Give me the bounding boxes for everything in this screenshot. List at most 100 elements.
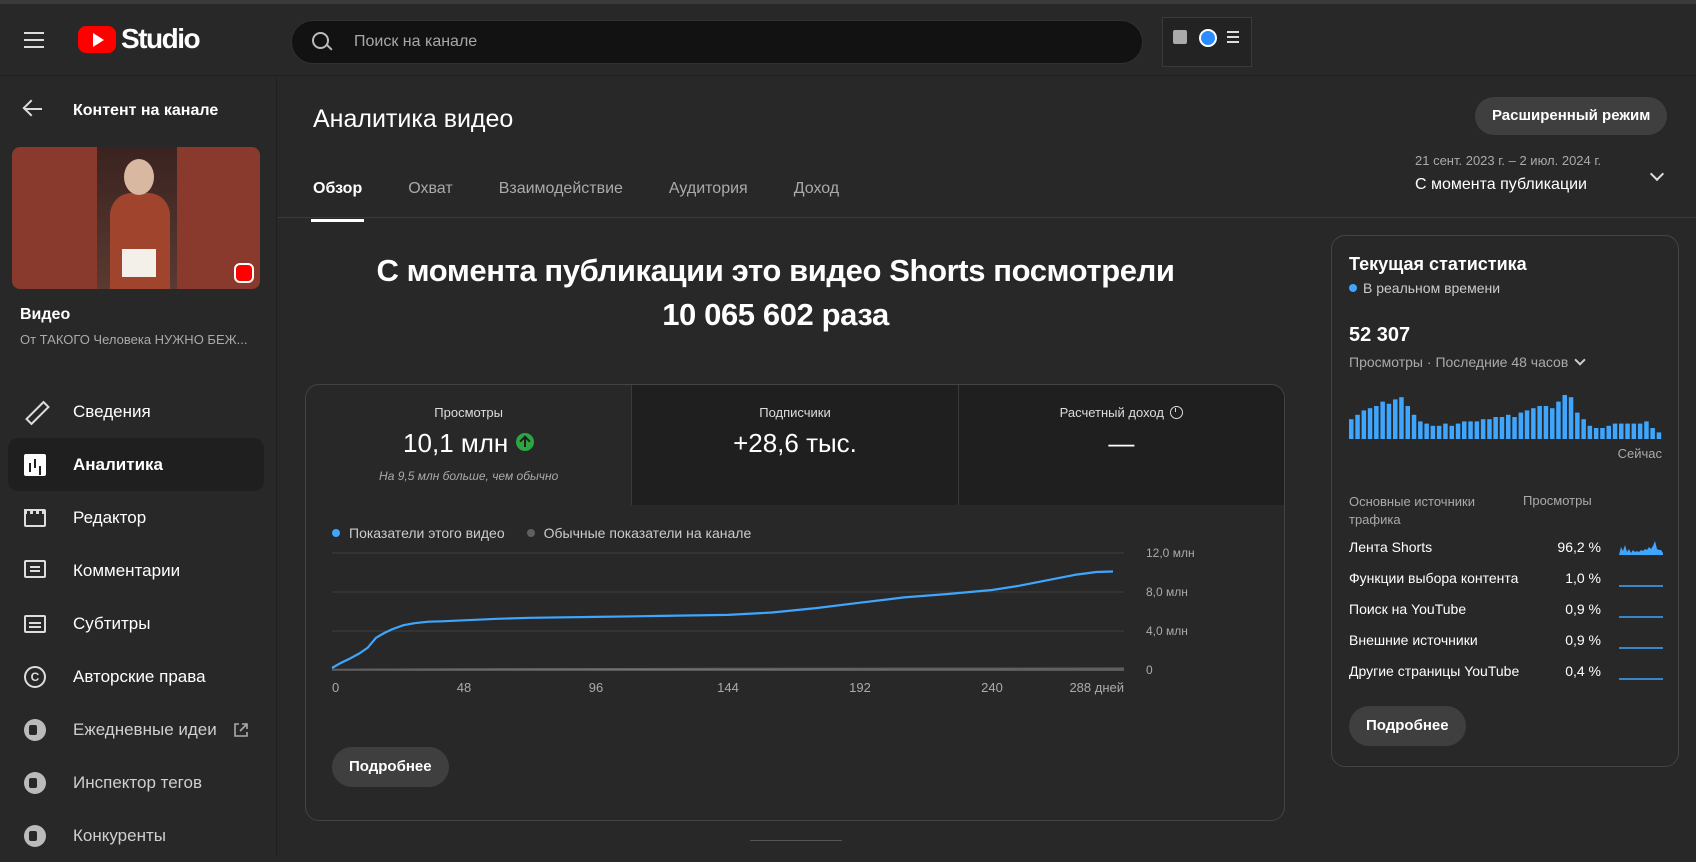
tab-overview[interactable]: Обзор: [310, 172, 365, 222]
traffic-source-row[interactable]: Другие страницы YouTube 0,4 %: [1349, 663, 1663, 694]
hourly-bar[interactable]: [1550, 408, 1555, 439]
x-tick-label: 96: [589, 680, 603, 695]
hourly-bar[interactable]: [1531, 408, 1536, 439]
traffic-source-row[interactable]: Поиск на YouTube 0,9 %: [1349, 601, 1663, 632]
sidebar-item-subtitles[interactable]: Субтитры: [8, 597, 264, 650]
tab-engagement[interactable]: Взаимодействие: [499, 172, 623, 222]
sidebar-item-comments[interactable]: Комментарии: [8, 544, 264, 597]
realtime-period-dropdown[interactable]: Просмотры · Последние 48 часов: [1349, 354, 1586, 370]
hourly-bar[interactable]: [1543, 406, 1549, 439]
hourly-bar[interactable]: [1393, 399, 1398, 439]
hourly-bar[interactable]: [1512, 417, 1517, 439]
sidebar-item-competitors[interactable]: Конкуренты: [8, 809, 264, 862]
tab-audience[interactable]: Аудитория: [669, 172, 748, 222]
sidebar-item-daily-ideas[interactable]: Ежедневные идеи: [8, 703, 264, 756]
realtime-more-button[interactable]: Подробнее: [1349, 706, 1466, 746]
sidebar-item-details[interactable]: Сведения: [8, 385, 264, 438]
hourly-bar[interactable]: [1499, 417, 1505, 439]
youtube-studio-logo[interactable]: Studio: [78, 23, 201, 55]
hourly-bar[interactable]: [1606, 425, 1612, 439]
hourly-bar[interactable]: [1487, 419, 1492, 439]
back-arrow-icon[interactable]: [22, 99, 46, 119]
hourly-bar[interactable]: [1449, 425, 1455, 439]
video-title: От ТАКОГО Человека НУЖНО БЕЖ...: [20, 332, 248, 347]
hourly-bar[interactable]: [1367, 408, 1373, 439]
sidebar-back-title[interactable]: Контент на канале: [73, 102, 218, 120]
metric-views[interactable]: Просмотры 10,1 млн На 9,5 млн больше, че…: [306, 385, 632, 505]
search-input[interactable]: [354, 29, 1114, 55]
hourly-bar[interactable]: [1493, 417, 1498, 439]
realtime-card: Текущая статистика В реальном времени 52…: [1331, 235, 1679, 767]
legend-dot: [526, 529, 535, 537]
hourly-bar[interactable]: [1637, 423, 1643, 439]
hourly-bar[interactable]: [1593, 428, 1599, 439]
hourly-bar[interactable]: [1418, 421, 1423, 439]
sidebar-item-tag-inspector[interactable]: Инспектор тегов: [8, 756, 264, 809]
traffic-source-row[interactable]: Функции выбора контента 1,0 %: [1349, 570, 1663, 601]
hourly-bar[interactable]: [1575, 412, 1580, 439]
bar-chart-icon[interactable]: [1173, 30, 1187, 44]
source-sparkline: [1619, 647, 1663, 649]
list-menu-icon[interactable]: [1227, 31, 1239, 46]
hourly-bar[interactable]: [1399, 397, 1404, 439]
traffic-source-row[interactable]: Лента Shorts 96,2 %: [1349, 539, 1663, 570]
search-icon[interactable]: [312, 32, 332, 52]
hourly-bar[interactable]: [1656, 432, 1662, 439]
metric-subtext: На 9,5 млн больше, чем обычно: [379, 469, 559, 483]
hamburger-menu-icon[interactable]: [22, 28, 50, 52]
hourly-bar[interactable]: [1631, 423, 1637, 439]
realtime-count: 52 307: [1349, 324, 1411, 346]
hourly-bar[interactable]: [1587, 425, 1593, 439]
hourly-bar[interactable]: [1455, 423, 1461, 439]
hourly-bar[interactable]: [1474, 421, 1480, 439]
hourly-bar[interactable]: [1436, 425, 1442, 439]
hourly-bar[interactable]: [1600, 428, 1605, 439]
advanced-mode-button[interactable]: Расширенный режим: [1475, 97, 1668, 135]
more-details-button[interactable]: Подробнее: [332, 747, 449, 787]
hourly-bar[interactable]: [1430, 425, 1436, 439]
x-tick-label: 288 дней: [1069, 680, 1124, 695]
video-thumbnail[interactable]: [12, 147, 260, 289]
metric-subscribers[interactable]: Подписчики +28,6 тыс.: [631, 385, 958, 505]
x-tick-label: 48: [457, 680, 471, 695]
traffic-source-row[interactable]: Внешние источники 0,9 %: [1349, 632, 1663, 663]
hourly-bar[interactable]: [1386, 403, 1392, 439]
hourly-bar[interactable]: [1562, 395, 1568, 439]
date-range-selector[interactable]: 21 сент. 2023 г. – 2 июл. 2024 г. С моме…: [1415, 153, 1670, 203]
hourly-bar[interactable]: [1568, 397, 1574, 439]
hourly-bar[interactable]: [1349, 419, 1354, 439]
sidebar-item-copyright[interactable]: C Авторские права: [8, 650, 264, 703]
hourly-bar[interactable]: [1380, 401, 1385, 439]
hourly-bar[interactable]: [1556, 401, 1561, 439]
hourly-bar[interactable]: [1355, 414, 1360, 439]
hourly-bar[interactable]: [1625, 423, 1630, 439]
hourly-bar[interactable]: [1480, 419, 1486, 439]
hourly-bar[interactable]: [1650, 428, 1655, 439]
hourly-bar[interactable]: [1518, 412, 1524, 439]
hourly-bar[interactable]: [1612, 423, 1618, 439]
hourly-bar[interactable]: [1524, 410, 1530, 439]
hourly-bar[interactable]: [1443, 423, 1448, 439]
hourly-bar[interactable]: [1644, 421, 1649, 439]
top-header: Studio: [0, 4, 1696, 76]
hourly-bar[interactable]: [1619, 423, 1624, 439]
hourly-bar[interactable]: [1411, 414, 1417, 439]
hourly-bar[interactable]: [1462, 421, 1467, 439]
tab-reach[interactable]: Охват: [408, 172, 452, 222]
tab-revenue[interactable]: Доход: [794, 172, 839, 222]
hourly-bar[interactable]: [1405, 406, 1411, 439]
metric-revenue[interactable]: Расчетный доход —: [957, 385, 1284, 505]
hourly-bar[interactable]: [1581, 419, 1586, 439]
hourly-bar[interactable]: [1374, 406, 1379, 439]
hourly-bar[interactable]: [1506, 414, 1511, 439]
sidebar-item-analytics[interactable]: Аналитика: [8, 438, 264, 491]
sidebar-item-editor[interactable]: Редактор: [8, 491, 264, 544]
sidebar-item-label: Ежедневные идеи: [73, 720, 217, 739]
hourly-bar[interactable]: [1424, 423, 1429, 439]
source-sparkline: [1619, 678, 1663, 680]
hourly-bar[interactable]: [1468, 421, 1473, 439]
hourly-bar[interactable]: [1361, 410, 1367, 439]
hourly-bar[interactable]: [1537, 406, 1542, 439]
channel-search-bar[interactable]: [291, 20, 1143, 64]
extension-logo-icon[interactable]: [1199, 29, 1217, 47]
